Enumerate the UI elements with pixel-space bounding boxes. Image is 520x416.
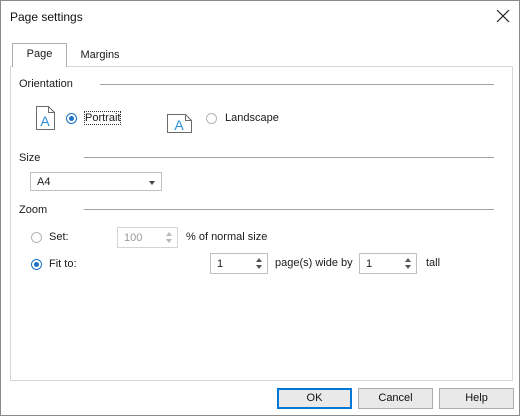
portrait-label[interactable]: Portrait (83, 111, 122, 125)
pages-wide-suffix: page(s) wide by (275, 257, 353, 269)
zoom-fit-to-label[interactable]: Fit to: (49, 258, 77, 270)
tab-page[interactable]: Page (12, 43, 67, 67)
zoom-separator (84, 209, 494, 210)
portrait-page-icon: A (36, 106, 55, 130)
zoom-percent-suffix: % of normal size (186, 231, 268, 243)
spin-up-icon[interactable] (166, 232, 172, 236)
landscape-page-icon: A (167, 114, 192, 133)
landscape-label[interactable]: Landscape (225, 112, 279, 124)
landscape-radio[interactable] (206, 113, 217, 124)
pages-wide-spinner[interactable]: 1 (210, 253, 268, 274)
size-separator (84, 157, 494, 158)
page-settings-dialog: Page settings Page Margins Orientation A… (0, 0, 520, 416)
zoom-percent-spinner[interactable]: 100 (117, 227, 178, 248)
portrait-radio[interactable] (66, 113, 77, 124)
zoom-set-radio[interactable] (31, 232, 42, 243)
size-group-label: Size (19, 152, 41, 164)
cancel-button[interactable]: Cancel (358, 388, 433, 409)
close-button[interactable] (492, 5, 514, 27)
ok-button[interactable]: OK (277, 388, 352, 409)
close-icon (496, 9, 510, 23)
spin-down-icon[interactable] (166, 239, 172, 243)
pages-tall-suffix: tall (426, 257, 441, 269)
spin-down-icon[interactable] (256, 265, 262, 269)
spin-down-icon[interactable] (405, 265, 411, 269)
svg-text:A: A (174, 117, 184, 133)
tab-margins[interactable]: Margins (66, 45, 134, 65)
zoom-set-label[interactable]: Set: (49, 231, 69, 243)
pages-wide-value: 1 (217, 258, 224, 270)
paper-size-dropdown[interactable]: A4 (30, 172, 162, 191)
pages-tall-value: 1 (366, 258, 373, 270)
orientation-separator (100, 84, 494, 85)
zoom-group-label: Zoom (19, 204, 48, 216)
spin-up-icon[interactable] (256, 258, 262, 262)
zoom-percent-value: 100 (124, 232, 143, 244)
paper-size-value: A4 (37, 176, 51, 188)
help-button[interactable]: Help (439, 388, 514, 409)
svg-text:A: A (40, 113, 50, 129)
dialog-title: Page settings (10, 10, 83, 24)
chevron-down-icon[interactable] (149, 181, 155, 185)
spin-up-icon[interactable] (405, 258, 411, 262)
pages-tall-spinner[interactable]: 1 (359, 253, 417, 274)
orientation-group-label: Orientation (19, 78, 73, 90)
zoom-fit-to-radio[interactable] (31, 259, 42, 270)
